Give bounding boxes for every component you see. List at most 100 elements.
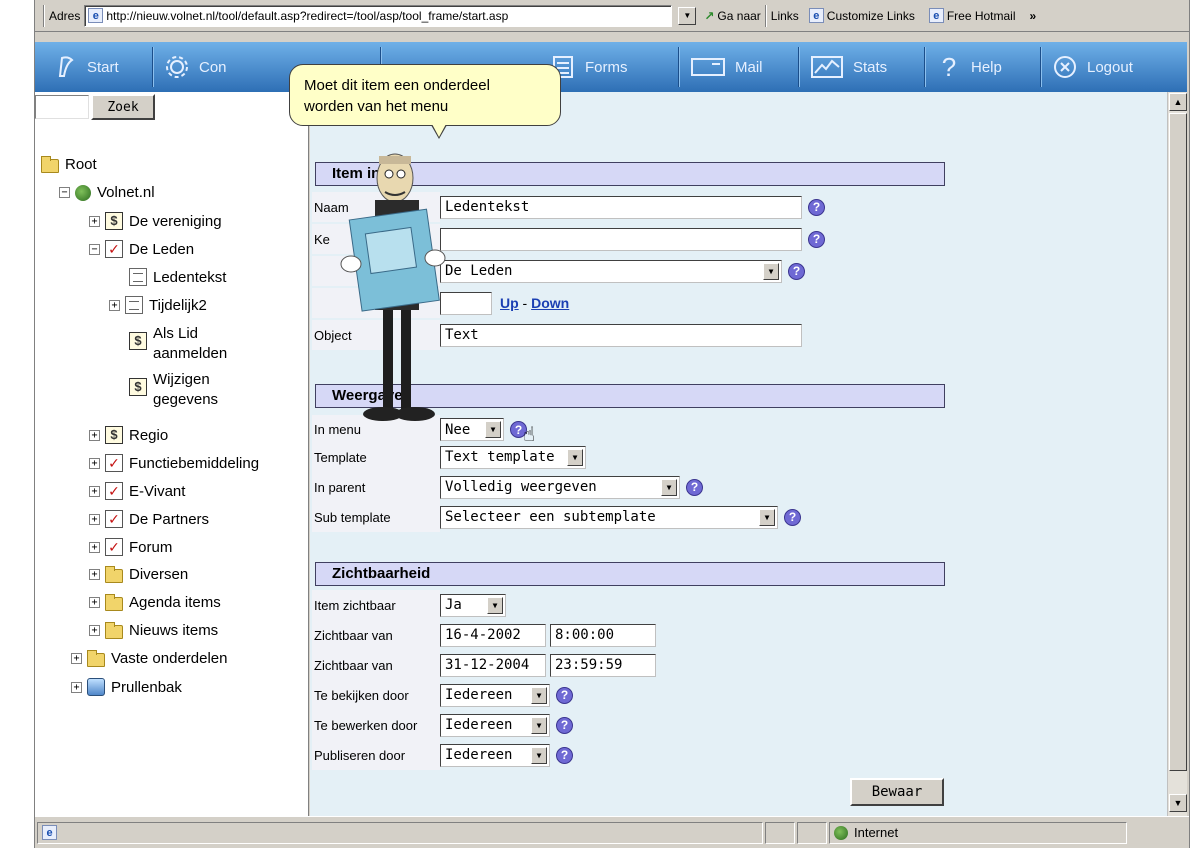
toolbar-separator	[764, 4, 767, 27]
bekijken-select[interactable]: Iedereen ▼	[440, 683, 550, 707]
in-parent-select[interactable]: Volledig weergeven ▼	[440, 475, 680, 499]
ke-input[interactable]	[440, 227, 802, 251]
tree-item-tijdelijk2[interactable]: + Tijdelijk2	[109, 296, 207, 314]
help-icon[interactable]: ?	[556, 746, 573, 764]
expand-icon[interactable]: +	[89, 513, 100, 525]
tree-item-de-partners[interactable]: + ✓ De Partners	[89, 510, 209, 528]
expand-icon[interactable]: +	[89, 625, 100, 636]
tree-item-volnet[interactable]: − Volnet.nl	[59, 184, 155, 201]
chevron-down-icon[interactable]: ▼	[763, 262, 779, 280]
expand-icon[interactable]: +	[89, 597, 100, 608]
scroll-down-arrow-icon[interactable]: ▼	[1169, 794, 1187, 812]
tree-item-diversen[interactable]: + Diversen	[89, 565, 188, 583]
expand-icon[interactable]: +	[89, 215, 100, 227]
links-overflow-chevron[interactable]: »	[1030, 9, 1037, 23]
address-dropdown-button[interactable]: ▼	[678, 6, 697, 25]
expand-icon[interactable]: +	[71, 681, 82, 693]
expand-icon[interactable]: +	[109, 299, 120, 311]
scroll-up-arrow-icon[interactable]: ▲	[1169, 93, 1187, 111]
script-icon: $	[105, 212, 123, 230]
nav-logout[interactable]: Logout	[1041, 47, 1161, 87]
tree-item-nieuws-items[interactable]: + Nieuws items	[89, 621, 219, 639]
bewerken-select[interactable]: Iedereen ▼	[440, 713, 550, 737]
expand-icon[interactable]: +	[71, 653, 82, 664]
object-input[interactable]: Text	[440, 323, 802, 347]
script-icon: $	[105, 426, 123, 444]
search-button[interactable]: Zoek	[91, 94, 155, 120]
parent-select[interactable]: De Leden ▼	[440, 259, 782, 283]
tot-date-input[interactable]: 31-12-2004	[440, 653, 546, 677]
tree-item-ledentekst[interactable]: Ledentekst	[129, 268, 226, 286]
down-link[interactable]: Down	[531, 295, 569, 311]
help-icon[interactable]: ?	[808, 198, 825, 216]
item-zichtbaar-select[interactable]: Ja ▼	[440, 593, 506, 617]
vertical-scrollbar[interactable]: ▲ ▼	[1167, 92, 1187, 816]
template-select[interactable]: Text template ▼	[440, 445, 586, 469]
search-input[interactable]	[35, 95, 89, 119]
chevron-down-icon[interactable]: ▼	[531, 686, 547, 704]
tree-item-de-vereniging[interactable]: + $ De vereniging	[89, 212, 222, 230]
up-link[interactable]: Up	[500, 295, 519, 311]
tree-item-als-lid-aanmelden[interactable]: $ Als Lid aanmelden	[129, 324, 227, 364]
chevron-down-icon[interactable]: ▼	[485, 421, 501, 438]
chevron-down-icon[interactable]: ▼	[661, 478, 677, 496]
expand-icon[interactable]: +	[89, 429, 100, 441]
chevron-down-icon[interactable]: ▼	[759, 508, 775, 526]
nav-help[interactable]: ? Help	[925, 47, 1041, 87]
chevron-down-icon[interactable]: ▼	[531, 716, 547, 734]
tree-item-de-leden[interactable]: − ✓ De Leden	[89, 240, 194, 258]
expand-icon[interactable]: +	[89, 457, 100, 469]
customize-links-link[interactable]: e Customize Links	[808, 8, 915, 23]
save-button[interactable]: Bewaar	[850, 778, 944, 806]
sub-template-select[interactable]: Selecteer een subtemplate ▼	[440, 505, 778, 529]
address-label: Adres	[49, 8, 81, 23]
nav-mail[interactable]: Mail	[679, 47, 799, 87]
expand-icon[interactable]: +	[89, 485, 100, 497]
tot-time-input[interactable]: 23:59:59	[550, 653, 656, 677]
goto-label: Ga naar	[717, 8, 761, 23]
tree-item-agenda-items[interactable]: + Agenda items	[89, 593, 221, 611]
van-date-input[interactable]: 16-4-2002	[440, 623, 546, 647]
folder-icon	[105, 565, 123, 583]
free-hotmail-link[interactable]: e Free Hotmail	[928, 8, 1016, 23]
expand-icon[interactable]: +	[89, 569, 100, 580]
tree-label: Agenda items	[129, 594, 221, 611]
help-icon[interactable]: ?	[556, 716, 573, 734]
help-icon[interactable]: ?	[686, 478, 703, 496]
address-input[interactable]: e http://nieuw.volnet.nl/tool/default.as…	[84, 4, 673, 27]
publiseren-select[interactable]: Iedereen ▼	[440, 743, 550, 767]
tree-item-regio[interactable]: + $ Regio	[89, 426, 168, 444]
chevron-down-icon[interactable]: ▼	[531, 746, 547, 764]
help-icon[interactable]: ?	[788, 262, 805, 280]
nav-start[interactable]: Start	[41, 47, 153, 87]
help-icon[interactable]: ?	[784, 508, 801, 526]
status-cell	[765, 821, 795, 844]
tree-item-forum[interactable]: + ✓ Forum	[89, 538, 172, 556]
nav-stats[interactable]: Stats	[799, 47, 925, 87]
chevron-down-icon[interactable]: ▼	[487, 596, 503, 614]
tree-label: Tijdelijk2	[149, 296, 207, 314]
section-header-zichtbaarheid: Zichtbaarheid	[315, 562, 945, 586]
start-icon	[51, 53, 79, 81]
field-row-template: Template Text template ▼	[312, 442, 586, 472]
tree-item-e-vivant[interactable]: + ✓ E-Vivant	[89, 482, 185, 500]
tree-item-vaste-onderdelen[interactable]: + Vaste onderdelen	[71, 649, 227, 667]
naam-input[interactable]: Ledentekst	[440, 195, 802, 219]
chevron-down-icon[interactable]: ▼	[567, 448, 583, 466]
help-icon[interactable]: ?	[808, 230, 825, 248]
help-icon: ?	[941, 51, 957, 82]
collapse-icon[interactable]: −	[59, 187, 70, 198]
van-time-input[interactable]: 8:00:00	[550, 623, 656, 647]
tree-item-functiebemiddeling[interactable]: + ✓ Functiebemiddeling	[89, 454, 259, 472]
expand-icon[interactable]: +	[89, 541, 100, 553]
tree-item-prullenbak[interactable]: + Prullenbak	[71, 678, 182, 696]
goto-button[interactable]: ↗ Ga naar	[704, 9, 760, 23]
checked-page-icon: ✓	[105, 510, 123, 528]
scroll-thumb[interactable]	[1169, 113, 1187, 771]
tree-item-wijzigen-gegevens[interactable]: $ Wijzigen gegevens	[129, 370, 218, 410]
tree-label: Nieuws items	[129, 622, 219, 639]
collapse-icon[interactable]: −	[89, 243, 100, 255]
help-icon[interactable]: ?	[556, 686, 573, 704]
field-row-zichtbaar-van: Zichtbaar van 16-4-2002 8:00:00	[312, 620, 656, 650]
tree-item-root[interactable]: Root	[41, 155, 97, 173]
